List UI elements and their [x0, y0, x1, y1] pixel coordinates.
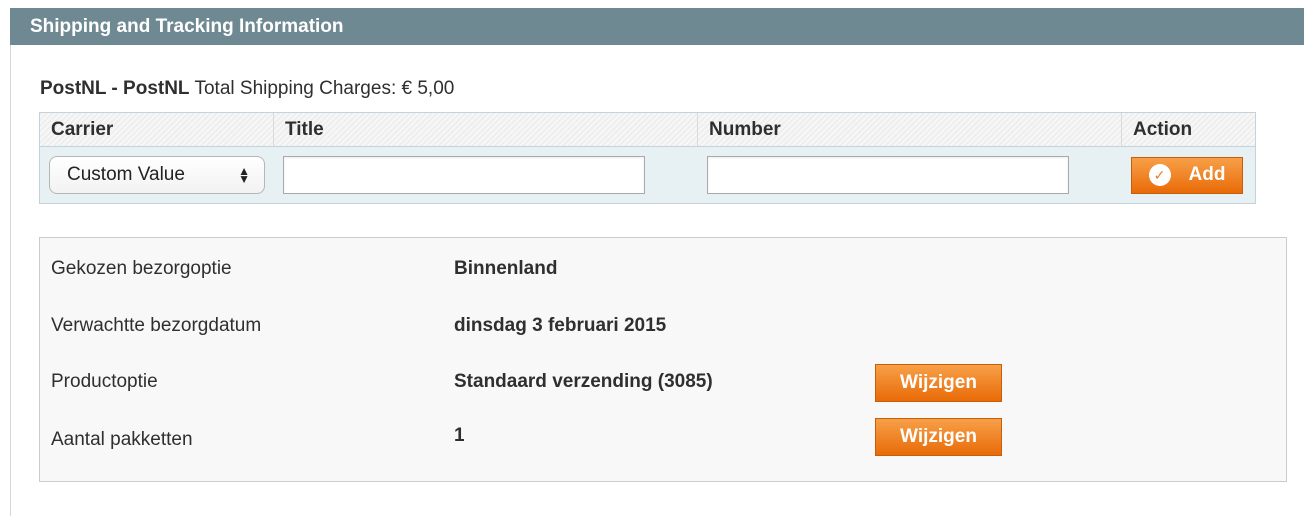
- info-value: 1: [454, 425, 465, 446]
- tracking-table: Carrier Title Number Action Custom Value…: [39, 112, 1256, 204]
- info-label: Gekozen bezorgoptie: [51, 258, 232, 279]
- info-value: Standaard verzending (3085): [454, 371, 713, 392]
- carrier-select[interactable]: Custom Value ▲ ▼: [49, 156, 265, 194]
- table-row: Custom Value ▲ ▼ ✓ Add: [40, 147, 1255, 203]
- info-value: dinsdag 3 februari 2015: [454, 315, 667, 336]
- info-label: Aantal pakketten: [51, 429, 193, 450]
- column-header-title: Title: [274, 113, 698, 146]
- add-button[interactable]: ✓ Add: [1131, 156, 1243, 194]
- column-header-action: Action: [1133, 119, 1193, 140]
- info-label: Verwachtte bezorgdatum: [51, 315, 262, 336]
- title-input[interactable]: [283, 156, 645, 194]
- number-input[interactable]: [707, 156, 1069, 194]
- shipping-summary: PostNL - PostNL Total Shipping Charges: …: [40, 78, 454, 100]
- check-circle-icon: ✓: [1148, 164, 1171, 186]
- shipping-method: PostNL - PostNL: [40, 78, 190, 99]
- select-arrows-icon: ▲ ▼: [238, 164, 250, 186]
- charges-value: € 5,00: [401, 78, 455, 99]
- column-header-number: Number: [698, 113, 1122, 146]
- info-row-product-option: Productoptie Standaard verzending (3085)…: [40, 364, 1286, 411]
- charges-label: Total Shipping Charges:: [194, 78, 397, 99]
- info-row-delivery-date: Verwachtte bezorgdatum dinsdag 3 februar…: [40, 315, 1286, 355]
- table-header-row: Carrier Title Number Action: [40, 113, 1255, 147]
- info-value: Binnenland: [454, 258, 558, 279]
- change-product-option-button[interactable]: Wijzigen: [875, 364, 1002, 402]
- postnl-info-panel: Gekozen bezorgoptie Binnenland Verwachtt…: [39, 237, 1287, 482]
- section-title: Shipping and Tracking Information: [10, 8, 1304, 45]
- add-button-label: Add: [1188, 164, 1226, 185]
- column-header-carrier: Carrier: [40, 113, 274, 146]
- carrier-select-value: Custom Value: [67, 164, 185, 185]
- info-label: Productoptie: [51, 371, 158, 392]
- info-row-delivery-option: Gekozen bezorgoptie Binnenland: [40, 258, 1286, 298]
- info-row-package-count: Aantal pakketten 1 Wijzigen: [40, 418, 1286, 469]
- change-package-count-button[interactable]: Wijzigen: [875, 418, 1002, 456]
